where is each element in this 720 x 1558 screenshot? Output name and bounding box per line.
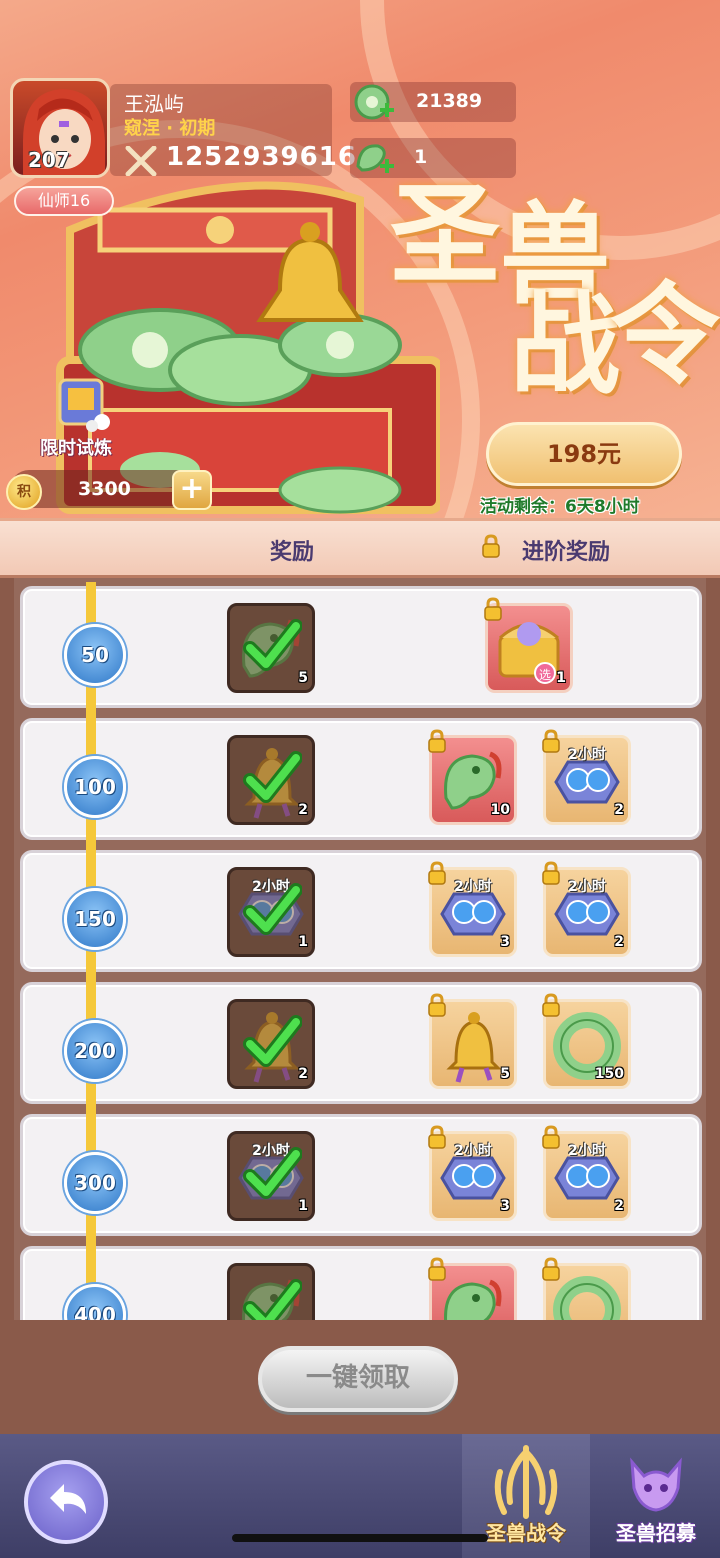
tier-level-badge: 50 (64, 624, 126, 686)
home-indicator[interactable] (232, 1534, 488, 1542)
tier-level-badge: 200 (64, 1020, 126, 1082)
tab-label: 圣兽招募 (616, 1521, 696, 1545)
tier-level-badge: 400 (64, 1284, 126, 1320)
collect-all-button[interactable]: 一键领取 (258, 1346, 458, 1412)
back-button[interactable] (24, 1460, 108, 1544)
beast-pass-icon (494, 1445, 558, 1519)
tab-beast-recruit[interactable]: 圣兽招募 (592, 1434, 720, 1558)
back-arrow-icon (50, 1484, 86, 1514)
beast-recruit-icon (630, 1457, 682, 1512)
tier-level-badge: 100 (64, 756, 126, 818)
tier-level-badge: 150 (64, 888, 126, 950)
tier-level-badge: 300 (64, 1152, 126, 1214)
